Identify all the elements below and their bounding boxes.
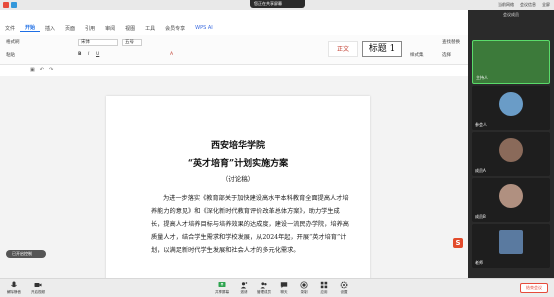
participant-name: 主持人 (476, 75, 488, 80)
format-painter-button[interactable]: 格式刷 (6, 39, 20, 45)
app-icon-red[interactable] (3, 2, 9, 8)
document-page[interactable]: 西安培华学院 “英才培育”计划实施方案 （讨论稿） 为进一步落实《教育部关于加快… (106, 96, 370, 278)
select-button[interactable]: 选择 (442, 52, 451, 58)
doc-draft-note: （讨论稿） (221, 175, 255, 183)
avatar (499, 184, 523, 208)
tab-file[interactable]: 文件 (0, 25, 20, 32)
app-icons (3, 2, 17, 8)
participant-tile[interactable]: 参会人 (472, 86, 550, 130)
panel-title: 会议成员 (503, 12, 519, 17)
members-icon (260, 282, 267, 289)
fullscreen-button[interactable]: 全屏 (542, 2, 550, 8)
font-name-select[interactable]: 宋体 (78, 39, 118, 46)
participant-name: 成员A (475, 168, 486, 173)
tab-tools[interactable]: 工具 (140, 25, 160, 32)
chat-icon (280, 282, 288, 288)
members-button[interactable]: 管理成员 (254, 281, 274, 295)
undo-icon[interactable]: ↶ (40, 67, 44, 75)
tab-insert[interactable]: 插入 (40, 25, 60, 32)
apps-label: 应用 (320, 290, 328, 294)
style-heading-1[interactable]: 标题 1 (362, 41, 402, 57)
participant-name: 成员B (475, 214, 486, 219)
invite-icon (240, 282, 248, 289)
tab-wps-ai[interactable]: WPS AI (190, 25, 218, 31)
settings-button[interactable]: 设置 (334, 281, 354, 295)
sharing-notice[interactable]: 您正在共享屏幕 (250, 0, 305, 8)
tab-page[interactable]: 页面 (60, 25, 80, 32)
style-body[interactable]: 正文 (328, 41, 358, 57)
participant-name: 参会人 (475, 122, 487, 127)
share-screen-label: 共享屏幕 (215, 290, 229, 294)
meeting-toolbar: 解除静音 开启视频 共享屏幕 邀请 管理成员 聊天 录制 应用 设置 结束会议 (0, 278, 554, 297)
redo-icon[interactable]: ↷ (49, 67, 53, 75)
invite-label: 邀请 (240, 290, 248, 294)
avatar (499, 138, 523, 162)
record-icon (300, 281, 308, 289)
mute-button[interactable]: 解除静音 (4, 281, 24, 295)
ribbon-tabs: 文件 开始 插入 页面 引用 审阅 视图 工具 会员专享 WPS AI (0, 22, 468, 34)
tab-home[interactable]: 开始 (20, 24, 41, 32)
app-icon-blue[interactable] (11, 2, 17, 8)
doc-title: 西安培华学院 (210, 141, 265, 151)
meeting-info[interactable]: 会议信息 (520, 2, 536, 8)
bold-button[interactable]: B (78, 52, 81, 57)
avatar (499, 92, 523, 116)
share-screen-button[interactable]: 共享屏幕 (212, 281, 232, 295)
italic-button[interactable]: I (88, 52, 89, 57)
apps-icon (320, 281, 328, 289)
record-label: 录制 (300, 290, 308, 294)
chat-label: 聊天 (280, 290, 288, 294)
mic-icon (11, 281, 17, 288)
participant-tile[interactable]: 成员A (472, 132, 550, 176)
underline-button[interactable]: U (96, 52, 99, 57)
screen: 您正在共享屏幕 当前网络 会议信息 全屏 文件 开始 插入 页面 引用 审阅 视… (0, 0, 554, 297)
sogou-ime-icon[interactable]: S (453, 238, 463, 248)
video-button[interactable]: 开启视频 (28, 281, 48, 295)
document-area: 西安培华学院 “英才培育”计划实施方案 （讨论稿） 为进一步落实《教育部关于加快… (0, 76, 468, 278)
mute-label: 解除静音 (7, 290, 21, 294)
share-screen-icon (218, 282, 226, 287)
participant-tile[interactable]: 成员B (472, 178, 550, 222)
camera-icon (34, 283, 42, 287)
settings-label: 设置 (340, 290, 348, 294)
styles-button[interactable]: 样式集 (410, 52, 424, 58)
avatar (499, 230, 523, 254)
end-meeting-button[interactable]: 结束会议 (520, 283, 548, 293)
record-button[interactable]: 录制 (294, 281, 314, 295)
wps-window: 文件 开始 插入 页面 引用 审阅 视图 工具 会员专享 WPS AI 格式刷 … (0, 10, 468, 288)
tab-review[interactable]: 审阅 (100, 25, 120, 32)
network-status[interactable]: 当前网络 (498, 2, 514, 8)
font-size-select[interactable]: 五号 (122, 39, 142, 46)
control-bubble[interactable]: 已开启控制 (6, 250, 46, 258)
find-replace-button[interactable]: 查找替换 (442, 39, 460, 45)
doc-paragraph: 为进一步落实《教育部关于加快建设高水平本科教育全面提高人才培养能力的意见》和《深… (151, 195, 349, 254)
tab-view[interactable]: 视图 (120, 25, 140, 32)
paste-button[interactable]: 粘贴 (6, 52, 15, 58)
apps-button[interactable]: 应用 (314, 281, 334, 295)
meeting-top-right: 当前网络 会议信息 全屏 (498, 2, 550, 8)
participant-name: 老师 (475, 260, 483, 265)
settings-icon (340, 281, 348, 289)
quick-access-bar: ▣ ↶ ↷ (0, 67, 200, 75)
participant-tile[interactable]: 老师 (472, 224, 550, 268)
font-color-button[interactable]: A (170, 52, 173, 57)
ribbon-toolbar: 格式刷 粘贴 宋体 五号 B I U A 正文 标题 1 样式集 查找替换 选择 (0, 35, 468, 65)
chat-button[interactable]: 聊天 (274, 281, 294, 295)
participant-panel: 会议成员 主持人 参会人 成员A 成员B 老师 (468, 10, 554, 278)
participant-tile[interactable]: 主持人 (472, 40, 550, 84)
doc-subtitle: “英才培育”计划实施方案 (187, 159, 289, 169)
save-icon[interactable]: ▣ (30, 67, 35, 75)
video-label: 开启视频 (31, 290, 45, 294)
tab-member[interactable]: 会员专享 (160, 25, 190, 32)
members-label: 管理成员 (257, 290, 271, 294)
meeting-top-bar: 您正在共享屏幕 当前网络 会议信息 全屏 (0, 0, 554, 10)
invite-button[interactable]: 邀请 (234, 281, 254, 295)
tab-reference[interactable]: 引用 (80, 25, 100, 32)
